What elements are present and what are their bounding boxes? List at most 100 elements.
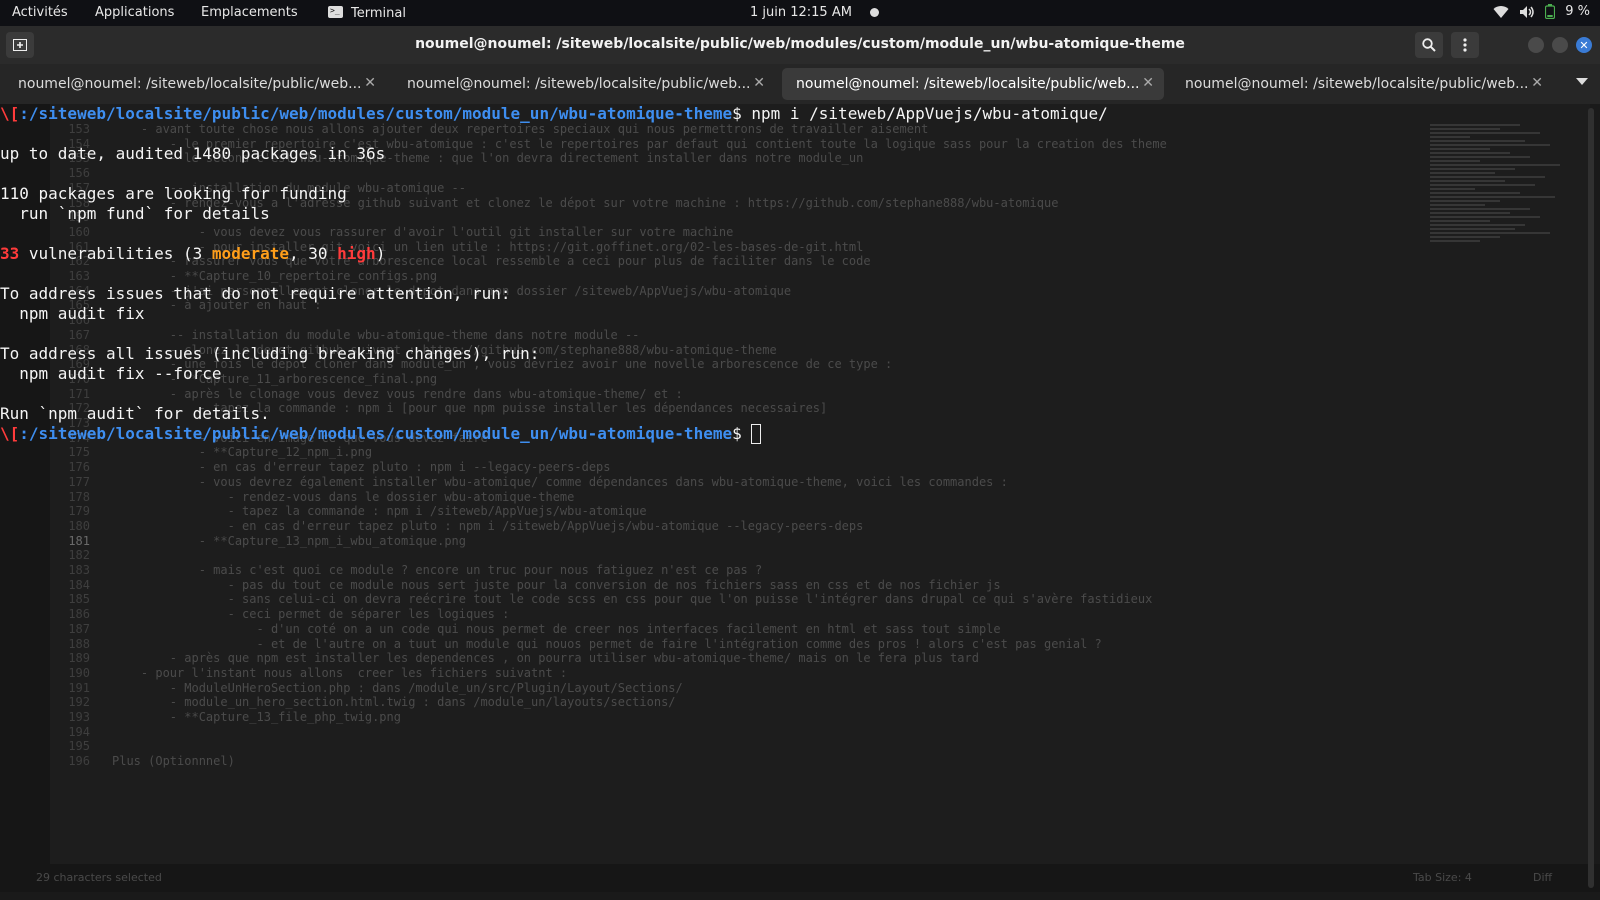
editor-line: 179 - tapez la commande : npm i /siteweb… [0,504,647,519]
line-text: - après que npm est installer les depend… [112,651,979,666]
line-text: - **Capture_13_file_php_twig.png [112,710,401,724]
notification-dot-icon [870,8,879,17]
tab-1[interactable]: noumel@noumel: /siteweb/localsite/public… [4,68,386,100]
line-number: 156 [68,166,90,181]
minimap-line [1430,168,1515,170]
battery-percent: 9 % [1565,4,1590,19]
close-icon: ✕ [1579,38,1589,52]
prompt-prefix: \[ [0,424,20,443]
editor-line: 193 - **Capture_13_file_php_twig.png [0,710,401,725]
line-text: - et de l'autre on a tuut un module qui … [112,636,1102,651]
output-line: Run `npm audit` for details. [0,404,270,423]
line-number: 179 [68,504,90,519]
search-button[interactable] [1415,32,1443,58]
line-number: 183 [68,563,90,577]
close-tab-icon[interactable]: ✕ [1142,75,1154,91]
editor-line: 153 - avant toute chose nous allons ajou… [0,122,928,137]
editor-line: 178 - rendez-vous dans le dossier wbu-at… [0,490,574,505]
prompt-path: :/siteweb/localsite/public/web/modules/c… [19,104,733,123]
line-number: 186 [68,607,90,622]
tab-list-dropdown-icon[interactable] [1576,78,1588,85]
minimap-line [1430,204,1485,206]
battery-icon [1545,4,1556,19]
volume-icon [1520,5,1534,18]
minimap-line [1430,140,1525,142]
minimap-line [1430,192,1520,194]
line-number: 196 [68,754,90,769]
line-text: - tapez la commande : npm i /siteweb/App… [112,504,647,519]
vuln-count: 33 [0,244,20,263]
line-number: 190 [68,665,90,680]
vulnerabilities-line: 33 vulnerabilities (3 moderate, 30 high) [0,244,385,264]
editor-minimap [1430,124,1570,524]
line-text: - **Capture_10_repertoire_configs.png [112,269,438,283]
system-tray[interactable]: 9 % [1493,4,1590,19]
tab-label: noumel@noumel: /siteweb/localsite/public… [1185,76,1529,92]
tab-3-active[interactable]: noumel@noumel: /siteweb/localsite/public… [782,68,1164,100]
line-text: - **Capture_12_npm_i.png [112,445,373,460]
minimap-line [1430,236,1500,238]
output-line: To address all issues (including breakin… [0,344,540,363]
activities-menu[interactable]: Activités [12,5,68,20]
maximize-button[interactable] [1552,37,1568,53]
terminal-scrollbar[interactable] [1588,108,1594,888]
minimap-line [1430,184,1535,186]
close-window-button[interactable]: ✕ [1576,37,1592,53]
line-number: 180 [68,518,90,533]
tab-4[interactable]: noumel@noumel: /siteweb/localsite/public… [1171,68,1553,100]
editor-line: 163 - **Capture_10_repertoire_configs.pn… [0,269,437,284]
minimap-line [1430,212,1510,214]
line-text: - d'un coté on a un code qui nous permet… [112,621,1001,636]
clock[interactable]: 1 juin 12:15 AM [750,5,852,20]
close-tab-icon[interactable]: ✕ [1531,75,1543,91]
minimize-button[interactable] [1528,37,1544,53]
kebab-menu-icon [1463,38,1467,52]
places-menu[interactable]: Emplacements [201,5,298,20]
output-line: npm audit fix --force [0,364,222,383]
minimap-line [1430,148,1490,150]
menu-button[interactable] [1451,32,1479,58]
terminal-view[interactable]: 153 - avant toute chose nous allons ajou… [0,104,1600,900]
tab-bar: noumel@noumel: /siteweb/localsite/public… [0,64,1600,104]
line-number: 181 [68,533,90,548]
applications-menu[interactable]: Applications [95,5,174,20]
editor-line: 167 -- installation du module wbu-atomiq… [0,328,639,343]
line-text: - en cas d'erreur tapez pluto : npm i /s… [112,518,864,533]
close-tab-icon[interactable]: ✕ [753,75,765,91]
tab-label: noumel@noumel: /siteweb/localsite/public… [796,76,1140,92]
line-number: 195 [68,739,90,754]
line-text: - vous devrez également installer wbu-at… [112,474,1008,489]
minimap-line [1430,232,1550,234]
line-text: - vous devez vous rassurer d'avoir l'out… [112,224,734,239]
editor-line: 180 - en cas d'erreur tapez pluto : npm … [0,519,863,534]
command-text: npm i /siteweb/AppVuejs/wbu-atomique/ [751,104,1108,123]
minimap-line [1430,180,1505,182]
output-line: npm audit fix [0,304,145,323]
vuln-text: , 30 [288,244,338,263]
vuln-high: high [337,244,376,263]
close-tab-icon[interactable]: ✕ [364,75,376,91]
prompt-symbol: $ [732,104,752,123]
line-text: - ModuleUnHeroSection.php : dans /module… [112,680,683,695]
diff-status: Diff [1533,871,1553,884]
editor-line: 196 Plus (Optionnnel) [0,754,235,769]
tab-size-status: Tab Size: 4 [1413,871,1472,884]
window-title-bar: noumel@noumel: /siteweb/localsite/public… [0,26,1600,64]
tab-2[interactable]: noumel@noumel: /siteweb/localsite/public… [393,68,775,100]
line-number: 182 [68,548,90,563]
prompt-prefix: \[ [0,104,20,123]
editor-line: 192 - module_un_hero_section.html.twig :… [0,695,675,710]
editor-line: 182 [0,548,112,563]
editor-line: 183 - mais c'est quoi ce module ? encore… [0,563,762,578]
editor-line: 160 - vous devez vous rassurer d'avoir l… [0,225,733,240]
minimap-line [1430,176,1545,178]
tab-label: noumel@noumel: /siteweb/localsite/public… [18,76,362,92]
line-text: - **Capture_13_npm_i_wbu_atomique.png [112,533,467,548]
terminal-cursor[interactable] [751,424,762,444]
minimap-line [1430,240,1480,242]
minimap-line [1430,220,1490,222]
minimap-line [1430,196,1555,198]
line-text: - avant toute chose nous allons ajouter … [112,122,929,136]
line-number: 171 [68,386,90,401]
terminal-app-menu[interactable]: Terminal [328,5,406,21]
